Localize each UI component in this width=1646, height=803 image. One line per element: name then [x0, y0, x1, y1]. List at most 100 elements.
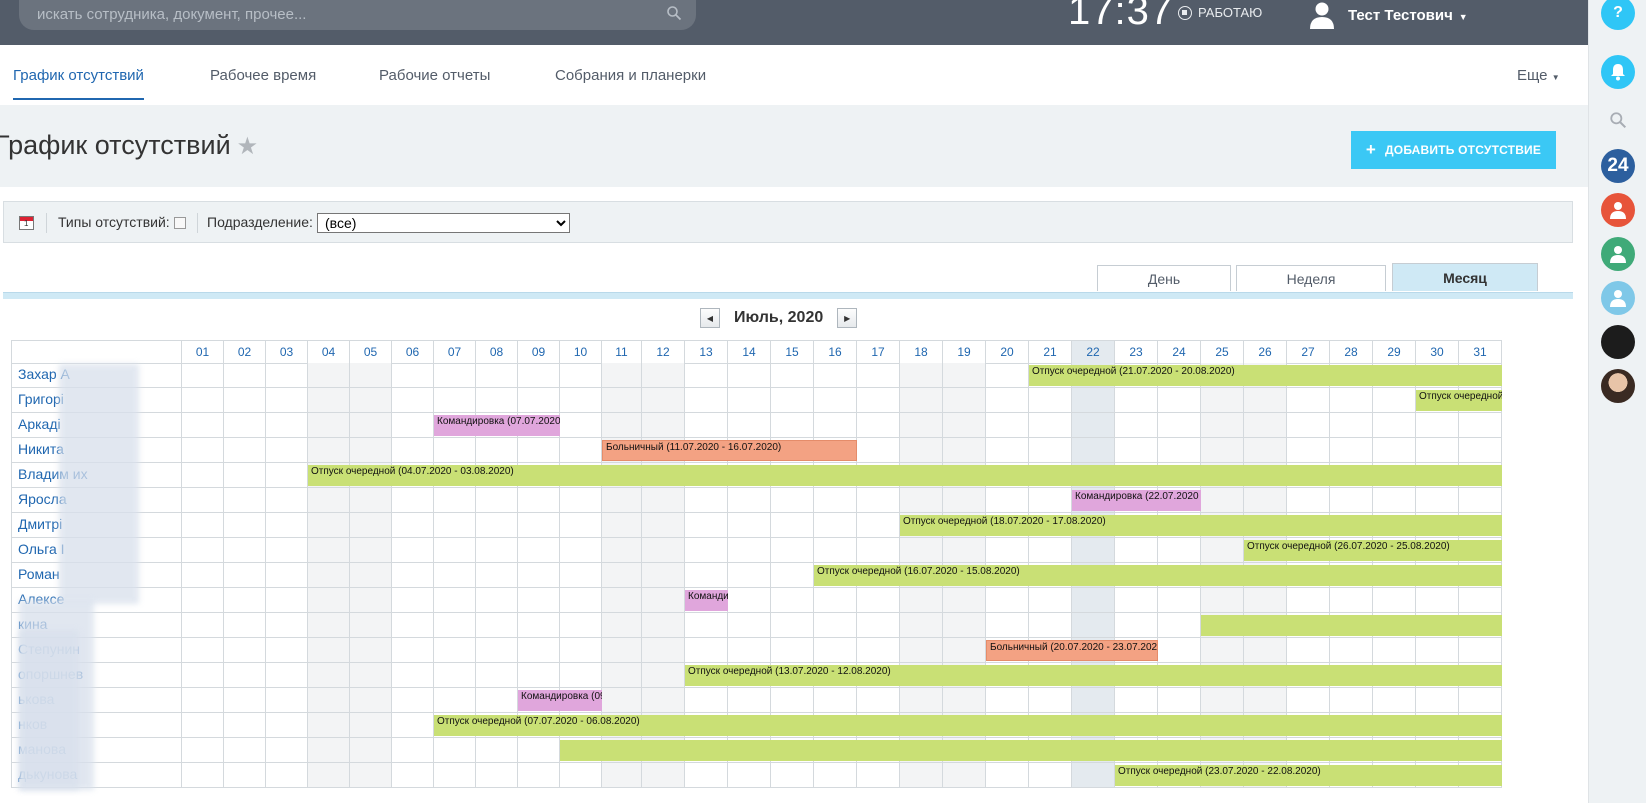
day-cell[interactable]: [1115, 538, 1158, 563]
day-cell[interactable]: [685, 538, 728, 563]
day-cell[interactable]: [814, 638, 857, 663]
day-cell[interactable]: [728, 563, 771, 588]
day-cell[interactable]: [1244, 388, 1287, 413]
day-cell[interactable]: [182, 738, 224, 763]
day-cell[interactable]: [308, 763, 350, 788]
day-cell[interactable]: [350, 388, 392, 413]
day-cell[interactable]: [1416, 588, 1459, 613]
day-cell[interactable]: [308, 438, 350, 463]
day-cell[interactable]: [986, 538, 1029, 563]
day-cell[interactable]: [476, 638, 518, 663]
day-cell[interactable]: [728, 538, 771, 563]
day-cell[interactable]: [308, 663, 350, 688]
day-cell[interactable]: [350, 513, 392, 538]
day-cell[interactable]: [900, 688, 943, 713]
day-cell[interactable]: [642, 638, 685, 663]
day-cell[interactable]: [560, 588, 602, 613]
day-cell[interactable]: [1330, 588, 1373, 613]
day-cell[interactable]: [308, 538, 350, 563]
day-cell[interactable]: [350, 413, 392, 438]
day-cell[interactable]: [900, 638, 943, 663]
day-cell[interactable]: [900, 538, 943, 563]
day-cell[interactable]: [771, 763, 814, 788]
day-cell[interactable]: [728, 488, 771, 513]
day-cell[interactable]: [1330, 388, 1373, 413]
day-cell[interactable]: [434, 638, 476, 663]
day-cell[interactable]: [728, 688, 771, 713]
day-cell[interactable]: [1201, 538, 1244, 563]
prev-month-button[interactable]: ◀: [700, 308, 720, 328]
day-cell[interactable]: [266, 688, 308, 713]
day-cell[interactable]: [900, 438, 943, 463]
day-cell[interactable]: [943, 538, 986, 563]
work-status-button[interactable]: РАБОТАЮ: [1178, 5, 1262, 20]
day-cell[interactable]: [1029, 688, 1072, 713]
day-cell[interactable]: [224, 688, 266, 713]
day-cell[interactable]: [518, 363, 560, 388]
day-cell[interactable]: [642, 363, 685, 388]
day-cell[interactable]: [642, 663, 685, 688]
day-cell[interactable]: [1373, 388, 1416, 413]
day-cell[interactable]: [182, 513, 224, 538]
day-cell[interactable]: [642, 413, 685, 438]
day-cell[interactable]: [308, 563, 350, 588]
day-cell[interactable]: [182, 413, 224, 438]
day-cell[interactable]: [518, 663, 560, 688]
day-cell[interactable]: [1201, 438, 1244, 463]
day-cell[interactable]: [266, 563, 308, 588]
day-cell[interactable]: [771, 613, 814, 638]
sidebar-search-button[interactable]: [1601, 103, 1635, 137]
day-cell[interactable]: [642, 513, 685, 538]
day-cell[interactable]: [476, 363, 518, 388]
day-cell[interactable]: [182, 488, 224, 513]
day-cell[interactable]: [182, 638, 224, 663]
day-cell[interactable]: [602, 763, 642, 788]
day-cell[interactable]: [518, 538, 560, 563]
day-cell[interactable]: [602, 638, 642, 663]
day-cell[interactable]: [1158, 438, 1201, 463]
day-cell[interactable]: [943, 613, 986, 638]
day-cell[interactable]: [350, 763, 392, 788]
day-cell[interactable]: [518, 763, 560, 788]
day-cell[interactable]: [685, 513, 728, 538]
day-cell[interactable]: [434, 613, 476, 638]
day-cell[interactable]: [392, 588, 434, 613]
day-cell[interactable]: [1330, 688, 1373, 713]
day-cell[interactable]: [518, 588, 560, 613]
day-cell[interactable]: [685, 613, 728, 638]
day-cell[interactable]: [1029, 538, 1072, 563]
day-cell[interactable]: [392, 638, 434, 663]
absence-bar-trip[interactable]: Командировка (22.07.2020 -: [1072, 490, 1201, 511]
day-cell[interactable]: [602, 388, 642, 413]
day-cell[interactable]: [182, 388, 224, 413]
day-cell[interactable]: [350, 613, 392, 638]
day-cell[interactable]: [182, 663, 224, 688]
day-cell[interactable]: [518, 513, 560, 538]
day-cell[interactable]: [560, 388, 602, 413]
day-cell[interactable]: [518, 563, 560, 588]
day-cell[interactable]: [943, 388, 986, 413]
day-cell[interactable]: [857, 363, 900, 388]
day-cell[interactable]: [857, 763, 900, 788]
day-cell[interactable]: [518, 438, 560, 463]
day-cell[interactable]: [308, 713, 350, 738]
add-absence-button[interactable]: + ДОБАВИТЬ ОТСУТСТВИЕ: [1351, 131, 1556, 169]
day-cell[interactable]: [1330, 413, 1373, 438]
day-cell[interactable]: [943, 763, 986, 788]
absence-bar-vacation[interactable]: [560, 740, 1502, 761]
day-cell[interactable]: [1373, 413, 1416, 438]
day-cell[interactable]: [642, 488, 685, 513]
day-cell[interactable]: [266, 488, 308, 513]
day-cell[interactable]: [266, 588, 308, 613]
day-cell[interactable]: [350, 638, 392, 663]
absence-bar-vacation[interactable]: Отпуск очередной (16.07.2020 - 15.08.202…: [814, 565, 1502, 586]
day-cell[interactable]: [182, 688, 224, 713]
day-cell[interactable]: [1158, 638, 1201, 663]
day-cell[interactable]: [476, 438, 518, 463]
day-cell[interactable]: [266, 438, 308, 463]
day-cell[interactable]: [1373, 588, 1416, 613]
day-cell[interactable]: [814, 363, 857, 388]
day-cell[interactable]: [560, 663, 602, 688]
day-cell[interactable]: [266, 413, 308, 438]
day-cell[interactable]: [814, 388, 857, 413]
